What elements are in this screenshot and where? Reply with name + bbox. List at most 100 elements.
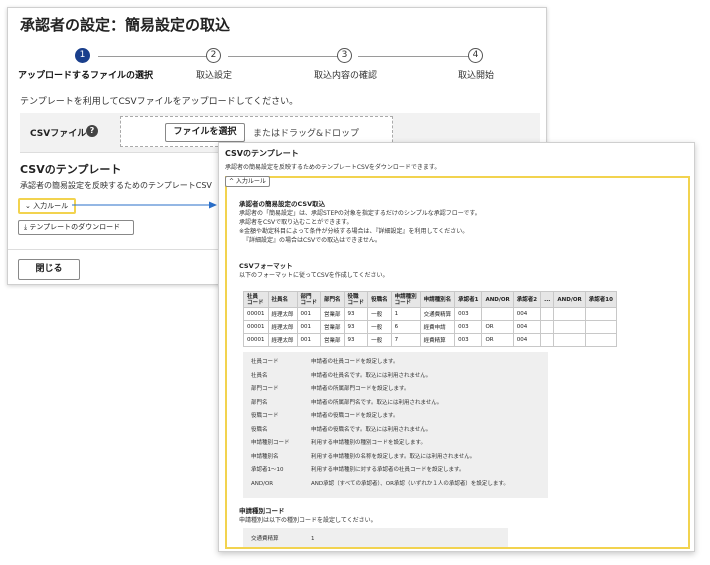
step-2-label: 取込設定	[196, 71, 233, 81]
table-cell: 003	[454, 333, 483, 347]
definition-desc: 申請者の役職名です。取込には利用されません。	[311, 426, 432, 433]
table-cell	[584, 333, 617, 347]
definition-name: 社員コード	[251, 359, 279, 365]
table-cell: 経理太郎	[267, 320, 298, 334]
category-desc: 申請種別は以下の種別コードを設定してください。	[239, 517, 377, 524]
definition-name: 承認者1〜10	[251, 467, 284, 473]
table-cell: 001	[296, 333, 322, 347]
step-1-indicator: 1	[75, 48, 90, 63]
step-3-label: 取込内容の確認	[314, 71, 378, 81]
table-row: 00001 経理太郎 001 営業部 93 一般 7 経費精算 003 OR 004	[243, 333, 617, 347]
step-3-indicator: 3	[337, 48, 352, 63]
table-row: 00001 経理太郎 001 営業部 93 一般 6 経費申請 003 OR 004	[243, 320, 617, 334]
definition-desc: 利用する申請種別の種別コードを設定します。	[311, 440, 426, 446]
table-header-cell: 申請種別名	[419, 291, 456, 308]
definition-desc: AND承認（すべての承認者）、OR承認（いずれか１人の承認者）を設定します。	[311, 480, 509, 487]
definition-row: 承認者1〜10 利用する申請種別に対する承認者の社員コードを設定します。	[251, 465, 464, 473]
format-heading: CSVフォーマット	[239, 262, 293, 270]
table-cell	[540, 333, 555, 347]
category-name: 交通費精算	[251, 536, 279, 542]
definition-name: 役職名	[251, 426, 268, 433]
table-cell: 営業部	[320, 333, 345, 347]
table-cell: 004	[512, 333, 542, 347]
drop-hint: またはドラッグ&ドロップ	[253, 129, 360, 139]
csv-format-table: 社員 コード 社員名 部門 コード 部門名 役職 コード 役職名 申請種別 コード 申請種別名 承認者1…	[243, 291, 617, 347]
table-cell: 経理太郎	[267, 333, 298, 347]
table-cell: 一般	[367, 333, 392, 347]
template-section-desc: 承認者の簡易設定を反映するためのテンプレートCSV	[20, 181, 212, 190]
step-4-indicator: 4	[468, 48, 483, 63]
table-cell: 93	[343, 320, 369, 334]
connector-arrow	[72, 201, 217, 209]
table-cell: 00001	[243, 307, 269, 321]
select-file-button[interactable]: ファイルを選択	[165, 123, 245, 142]
close-button[interactable]: 閉じる	[18, 259, 80, 280]
import-line: 『詳細設定』の場合はCSVでの取込はできません。	[243, 237, 381, 244]
category-code-list: 交通費精算 1	[243, 528, 508, 547]
table-cell: 93	[343, 307, 369, 321]
category-code: 1	[311, 536, 315, 542]
table-header-cell: 役職名	[367, 291, 392, 308]
stepper-line	[358, 56, 473, 57]
template-download-button[interactable]: ⤓ テンプレートのダウンロード	[18, 220, 134, 235]
definition-desc: 申請者の社員コードを設定します。	[311, 359, 399, 365]
table-cell: OR	[481, 333, 514, 347]
table-cell	[584, 320, 617, 334]
definition-row: 役職名 申請者の役職名です。取込には利用されません。	[251, 425, 431, 433]
step-1-label: アップロードするファイルの選択	[18, 71, 154, 81]
table-cell: 004	[512, 307, 542, 321]
definition-desc: 利用する申請種別に対する承認者の社員コードを設定します。	[311, 467, 465, 473]
definition-desc: 申請者の所属部門名です。取込には利用されません。	[311, 399, 443, 406]
definition-name: 社員名	[251, 372, 268, 379]
table-cell: 003	[454, 320, 483, 334]
help-icon[interactable]: ?	[86, 125, 98, 137]
category-row: 交通費精算 1	[251, 534, 315, 542]
table-cell: 001	[296, 320, 322, 334]
table-header-cell: 部門名	[320, 291, 345, 308]
table-cell: 経費申請	[419, 320, 456, 334]
field-definitions: 社員コード 申請者の社員コードを設定します。 社員名 申請者の社員名です。取込には利用…	[243, 352, 548, 498]
definition-name: 部門名	[251, 399, 268, 406]
definition-name: 部門コード	[251, 386, 279, 392]
table-header-cell: 承認者10	[584, 291, 617, 308]
category-heading: 申請種別コード	[239, 507, 285, 515]
definition-name: 申請種別名	[251, 453, 279, 460]
import-heading: 承認者の簡易設定のCSV取込	[239, 200, 326, 208]
table-cell: 営業部	[320, 320, 345, 334]
table-cell	[481, 307, 514, 321]
table-header-cell: 承認者2	[512, 291, 542, 308]
table-row: 00001 経理太郎 001 営業部 93 一般 1 交通費精算 003 004	[243, 307, 617, 321]
table-header-cell: 役職 コード	[343, 291, 369, 308]
input-rule-panel: 承認者の簡易設定のCSV取込 承認者の「簡易設定」は、承認STEPの対象を指定す…	[225, 176, 690, 549]
table-cell: 00001	[243, 333, 269, 347]
table-header-cell: 申請種別 コード	[390, 291, 421, 308]
step-2-indicator: 2	[206, 48, 221, 63]
definition-desc: 利用する申請種別の名称を設定します。取込には利用されません。	[311, 453, 476, 460]
table-cell: 93	[343, 333, 369, 347]
table-cell: 交通費精算	[419, 307, 456, 321]
table-cell	[584, 307, 617, 321]
template-detail-window: CSVのテンプレート 承認者の簡易設定を反映するためのテンプレートCSVをダウン…	[218, 142, 695, 552]
table-header-cell: AND/OR	[553, 291, 586, 308]
page-title: 承認者の設定：簡易設定の取込	[20, 16, 231, 34]
stepper-line	[98, 56, 213, 57]
format-desc: 以下のフォーマットに従ってCSVを作成してください。	[239, 272, 389, 279]
table-header-cell: ...	[540, 291, 555, 308]
table-cell: 営業部	[320, 307, 345, 321]
step-4-label: 取込開始	[458, 71, 495, 81]
table-cell: 経費精算	[419, 333, 456, 347]
table-cell: 00001	[243, 320, 269, 334]
table-cell: 経理太郎	[267, 307, 298, 321]
table-cell	[553, 333, 586, 347]
table-header-cell: 社員名	[267, 291, 298, 308]
table-cell: 001	[296, 307, 322, 321]
input-rule-toggle-button[interactable]: ⌄ 入力ルール	[18, 198, 76, 214]
upload-description: テンプレートを利用してCSVファイルをアップロードしてください。	[20, 97, 299, 107]
table-cell	[540, 307, 555, 321]
definition-row: 部門コード 申請者の所属部門コードを設定します。	[251, 384, 409, 392]
input-rule-collapse-button[interactable]: ^ 入力ルール	[225, 176, 270, 187]
table-header-cell: 部門 コード	[296, 291, 322, 308]
template-title: CSVのテンプレート	[225, 149, 299, 158]
definition-name: AND/OR	[251, 480, 274, 487]
definition-name: 役職コード	[251, 413, 279, 419]
